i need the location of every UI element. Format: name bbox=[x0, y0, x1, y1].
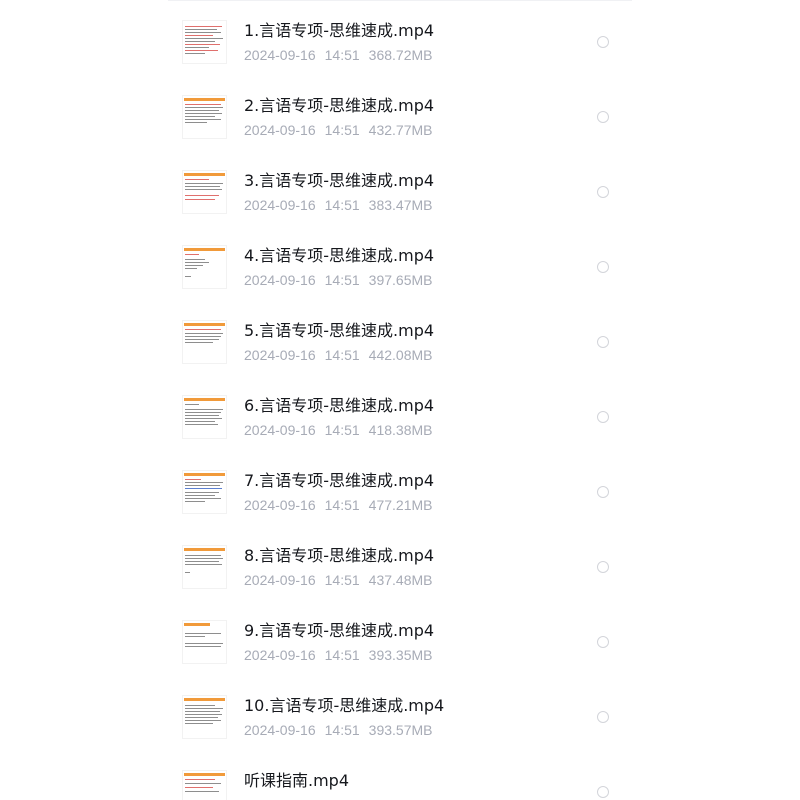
file-name: 4.言语专项-思维速成.mp4 bbox=[244, 246, 435, 265]
file-row[interactable]: 5.言语专项-思维速成.mp4 2024-09-16 14:51 442.08MB bbox=[0, 305, 800, 380]
file-meta: 2024-09-16 14:51 393.57MB bbox=[244, 721, 433, 739]
top-divider bbox=[168, 0, 632, 1]
file-date: 2024-09-16 bbox=[244, 572, 316, 588]
radio-circle-icon[interactable] bbox=[597, 561, 609, 573]
file-size: 477.21MB bbox=[368, 497, 433, 513]
video-thumbnail-icon bbox=[183, 246, 226, 288]
file-meta: 2024-09-16 14:51 418.38MB bbox=[244, 421, 433, 439]
file-date: 2024-09-16 bbox=[244, 647, 316, 663]
video-thumbnail-icon bbox=[183, 696, 226, 738]
file-time: 14:51 bbox=[324, 272, 360, 288]
file-date: 2024-09-16 bbox=[244, 347, 316, 363]
video-thumbnail-icon bbox=[183, 321, 226, 363]
file-size: 368.72MB bbox=[368, 47, 433, 63]
radio-circle-icon[interactable] bbox=[597, 486, 609, 498]
file-name: 3.言语专项-思维速成.mp4 bbox=[244, 171, 435, 190]
file-date: 2024-09-16 bbox=[244, 122, 316, 138]
video-thumbnail-icon bbox=[183, 96, 226, 138]
file-size: 383.47MB bbox=[368, 197, 433, 213]
file-date: 2024-09-16 bbox=[244, 497, 316, 513]
file-meta: 2024-09-16 14:51 477.21MB bbox=[244, 496, 433, 514]
file-row[interactable]: 9.言语专项-思维速成.mp4 2024-09-16 14:51 393.35MB bbox=[0, 605, 800, 680]
file-name: 5.言语专项-思维速成.mp4 bbox=[244, 321, 435, 340]
file-size: 437.48MB bbox=[368, 572, 433, 588]
file-date: 2024-09-16 bbox=[244, 722, 316, 738]
file-row[interactable]: 1.言语专项-思维速成.mp4 2024-09-16 14:51 368.72MB bbox=[0, 5, 800, 80]
file-meta bbox=[244, 796, 262, 800]
file-time: 14:51 bbox=[324, 647, 360, 663]
video-thumbnail-icon bbox=[183, 171, 226, 213]
file-meta: 2024-09-16 14:51 368.72MB bbox=[244, 46, 433, 64]
video-thumbnail-icon bbox=[183, 771, 226, 800]
file-meta: 2024-09-16 14:51 442.08MB bbox=[244, 346, 433, 364]
radio-circle-icon[interactable] bbox=[597, 636, 609, 648]
file-size: 393.35MB bbox=[368, 647, 433, 663]
radio-circle-icon[interactable] bbox=[597, 711, 609, 723]
file-list: 1.言语专项-思维速成.mp4 2024-09-16 14:51 368.72MB … bbox=[0, 5, 800, 800]
file-meta: 2024-09-16 14:51 432.77MB bbox=[244, 121, 433, 139]
video-thumbnail-icon bbox=[183, 621, 226, 663]
file-row[interactable]: 听课指南.mp4 bbox=[0, 755, 800, 800]
file-time: 14:51 bbox=[324, 722, 360, 738]
file-name: 9.言语专项-思维速成.mp4 bbox=[244, 621, 435, 640]
radio-circle-icon[interactable] bbox=[597, 36, 609, 48]
file-time: 14:51 bbox=[324, 47, 360, 63]
file-meta: 2024-09-16 14:51 397.65MB bbox=[244, 271, 433, 289]
file-name: 1.言语专项-思维速成.mp4 bbox=[244, 21, 435, 40]
file-meta: 2024-09-16 14:51 393.35MB bbox=[244, 646, 433, 664]
file-time: 14:51 bbox=[324, 122, 360, 138]
file-date: 2024-09-16 bbox=[244, 47, 316, 63]
file-row[interactable]: 8.言语专项-思维速成.mp4 2024-09-16 14:51 437.48MB bbox=[0, 530, 800, 605]
file-meta: 2024-09-16 14:51 383.47MB bbox=[244, 196, 433, 214]
file-size: 442.08MB bbox=[368, 347, 433, 363]
radio-circle-icon[interactable] bbox=[597, 336, 609, 348]
video-thumbnail-icon bbox=[183, 21, 226, 63]
file-row[interactable]: 3.言语专项-思维速成.mp4 2024-09-16 14:51 383.47MB bbox=[0, 155, 800, 230]
file-row[interactable]: 2.言语专项-思维速成.mp4 2024-09-16 14:51 432.77MB bbox=[0, 80, 800, 155]
file-name: 听课指南.mp4 bbox=[244, 771, 350, 790]
file-row[interactable]: 10.言语专项-思维速成.mp4 2024-09-16 14:51 393.57MB bbox=[0, 680, 800, 755]
video-thumbnail-icon bbox=[183, 546, 226, 588]
file-name: 7.言语专项-思维速成.mp4 bbox=[244, 471, 435, 490]
file-name: 2.言语专项-思维速成.mp4 bbox=[244, 96, 435, 115]
file-list-page: 1.言语专项-思维速成.mp4 2024-09-16 14:51 368.72MB … bbox=[0, 0, 800, 800]
file-row[interactable]: 4.言语专项-思维速成.mp4 2024-09-16 14:51 397.65MB bbox=[0, 230, 800, 305]
file-date: 2024-09-16 bbox=[244, 272, 316, 288]
file-size: 418.38MB bbox=[368, 422, 433, 438]
radio-circle-icon[interactable] bbox=[597, 261, 609, 273]
file-time: 14:51 bbox=[324, 347, 360, 363]
video-thumbnail-icon bbox=[183, 471, 226, 513]
file-time: 14:51 bbox=[324, 422, 360, 438]
file-row[interactable]: 7.言语专项-思维速成.mp4 2024-09-16 14:51 477.21MB bbox=[0, 455, 800, 530]
file-name: 8.言语专项-思维速成.mp4 bbox=[244, 546, 435, 565]
radio-circle-icon[interactable] bbox=[597, 186, 609, 198]
file-date: 2024-09-16 bbox=[244, 197, 316, 213]
radio-circle-icon[interactable] bbox=[597, 786, 609, 798]
file-meta: 2024-09-16 14:51 437.48MB bbox=[244, 571, 433, 589]
radio-circle-icon[interactable] bbox=[597, 411, 609, 423]
file-time: 14:51 bbox=[324, 197, 360, 213]
file-size: 432.77MB bbox=[368, 122, 433, 138]
file-size: 393.57MB bbox=[368, 722, 433, 738]
file-name: 6.言语专项-思维速成.mp4 bbox=[244, 396, 435, 415]
file-date: 2024-09-16 bbox=[244, 422, 316, 438]
file-time: 14:51 bbox=[324, 572, 360, 588]
file-name: 10.言语专项-思维速成.mp4 bbox=[244, 696, 445, 715]
file-time: 14:51 bbox=[324, 497, 360, 513]
radio-circle-icon[interactable] bbox=[597, 111, 609, 123]
file-size: 397.65MB bbox=[368, 272, 433, 288]
file-row[interactable]: 6.言语专项-思维速成.mp4 2024-09-16 14:51 418.38MB bbox=[0, 380, 800, 455]
video-thumbnail-icon bbox=[183, 396, 226, 438]
